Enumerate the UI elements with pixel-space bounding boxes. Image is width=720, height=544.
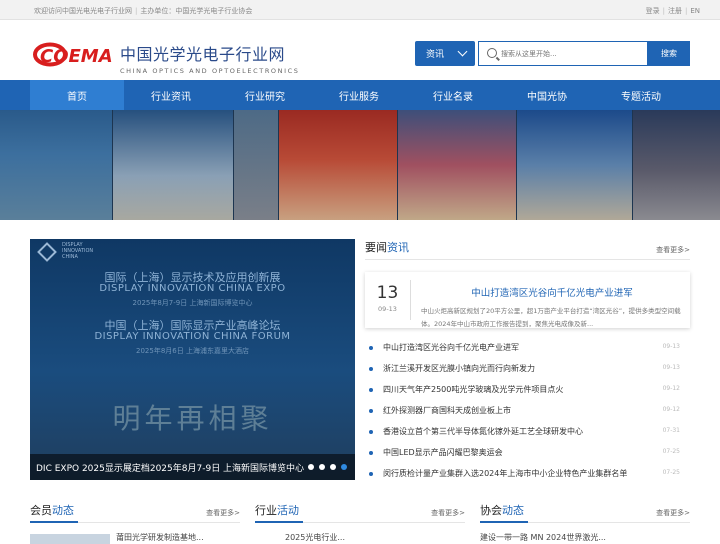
search-type-dropdown[interactable]: 资讯 (415, 41, 475, 66)
featured-summary: 中山火炬高新区规划了20平方公里，超1万亩产业平台打造“湾区光谷”，提供多类型空… (421, 307, 681, 328)
news-item[interactable]: 红外探测器厂商国科天成创业板上市 09-12 (365, 402, 690, 423)
top-bar: 欢迎访问中国光电光电子行业网 | 主办单位：中国光学光电子行业协会 登录 | 注册 | EN (0, 0, 720, 20)
main-nav: 首页 行业资讯 行业研究 行业服务 行业名录 中国光协 专题活动 (0, 80, 720, 110)
event-photo (113, 110, 233, 220)
calligraphy-text: 明年再相聚 (112, 402, 273, 435)
search-box[interactable] (478, 41, 648, 66)
nav-industry-research[interactable]: 行业研究 (218, 80, 312, 110)
site-name-en: CHINA OPTICS AND OPTOELECTRONICS (120, 67, 300, 75)
dic-logo-icon (37, 242, 57, 262)
slider-dot[interactable] (319, 464, 325, 470)
site-name-cn: 中国光学光电子行业网 (120, 45, 286, 64)
site-brand: 中国光学光电子行业网 CHINA OPTICS AND OPTOELECTRON… (120, 41, 300, 75)
host-text: 主办单位：中国光学光电子行业协会 (140, 7, 253, 15)
association-news-more[interactable]: 查看更多> (656, 508, 690, 518)
member-news-section: 会员动态 查看更多> 莆田光学研发制造基地... (30, 504, 240, 544)
nav-industry-news[interactable]: 行业资讯 (124, 80, 218, 110)
chevron-down-icon (457, 46, 468, 57)
event-photo (517, 110, 632, 220)
expo-title-en: DISPLAY INNOVATION CHINA EXPO (99, 283, 286, 294)
event-photo (398, 110, 516, 220)
login-link[interactable]: 登录 (646, 7, 660, 15)
english-link[interactable]: EN (690, 7, 700, 15)
news-section: 要闻资讯 查看更多> 13 09-13 中山打造湾区光谷向千亿光电产业进军 中山… (365, 239, 690, 478)
news-item[interactable]: 中山打造湾区光谷向千亿光电产业进军 09-13 (365, 339, 690, 360)
dic-logo-line: CHINA (62, 254, 78, 260)
nav-home[interactable]: 首页 (30, 80, 124, 110)
news-list: 中山打造湾区光谷向千亿光电产业进军 09-13 浙江兰溪开发区光膜小镇向光而行向新… (365, 339, 690, 486)
news-item[interactable]: 浙江兰溪开发区光膜小镇向光而行向新发力 09-13 (365, 360, 690, 381)
news-item[interactable]: 四川天气年产2500吨光学玻璃及光学元件项目点火 09-12 (365, 381, 690, 402)
slider-dot-active[interactable] (341, 464, 347, 470)
news-slider[interactable]: DISPLAY INNOVATION CHINA 国际（上海）显示技术及应用创新… (30, 239, 355, 480)
news-section-title: 要闻资讯 (365, 241, 409, 254)
event-photo (0, 110, 112, 220)
event-photo (234, 110, 278, 220)
forum-date: 2025年8月6日 上海浦东嘉里大酒店 (136, 347, 249, 355)
association-news-peek[interactable]: 建设一带一路 MN 2024世界激光... (480, 532, 606, 543)
news-item[interactable]: 闵行质检计量产业集群入选2024年上海市中小企业特色产业集群名单 07-25 (365, 465, 690, 486)
event-photo (279, 110, 397, 220)
nav-industry-service[interactable]: 行业服务 (312, 80, 406, 110)
news-more-link[interactable]: 查看更多> (656, 245, 690, 255)
featured-date: 13 09-13 (376, 283, 399, 313)
search-type-label: 资讯 (426, 50, 445, 60)
slider-caption[interactable]: DIC EXPO 2025显示展定档2025年8月7-9日 上海新国际博览中心 (30, 454, 355, 480)
industry-events-more[interactable]: 查看更多> (431, 508, 465, 518)
search-icon (487, 48, 497, 58)
expo-date: 2025年8月7-9日 上海新国际博览中心 (132, 299, 253, 307)
slider-dots (308, 464, 347, 470)
industry-events-peek[interactable]: 2025光电行业... (285, 532, 345, 543)
forum-title-en: DISPLAY INNOVATION CHINA FORUM (94, 331, 291, 342)
association-news-section: 协会动态 查看更多> 建设一带一路 MN 2024世界激光... (480, 504, 690, 542)
register-link[interactable]: 注册 (668, 7, 682, 15)
logo-text: COEMA (40, 46, 112, 67)
member-news-peek[interactable]: 莆田光学研发制造基地... (116, 532, 204, 543)
search-button[interactable]: 搜索 (648, 41, 690, 66)
industry-events-section: 行业活动 查看更多> 2025光电行业... (255, 504, 465, 542)
nav-coema[interactable]: 中国光协 (500, 80, 594, 110)
slider-dot[interactable] (330, 464, 336, 470)
nav-special-events[interactable]: 专题活动 (594, 80, 688, 110)
slider-dot[interactable] (308, 464, 314, 470)
featured-title[interactable]: 中山打造湾区光谷向千亿光电产业进军 (421, 285, 683, 299)
member-news-thumb[interactable] (30, 534, 110, 544)
welcome-text: 欢迎访问中国光电光电子行业网 (34, 7, 132, 15)
event-photo (633, 110, 720, 220)
event-photo-banner[interactable] (0, 110, 720, 220)
featured-news[interactable]: 13 09-13 中山打造湾区光谷向千亿光电产业进军 中山火炬高新区规划了20平… (365, 272, 690, 328)
nav-directory[interactable]: 行业名录 (406, 80, 500, 110)
search-input[interactable] (501, 45, 641, 62)
member-news-more[interactable]: 查看更多> (206, 508, 240, 518)
news-item[interactable]: 中国LED显示产品闪耀巴黎奥运会 07-25 (365, 444, 690, 465)
coema-logo[interactable]: COEMA (32, 41, 112, 68)
news-item[interactable]: 香港设立首个第三代半导体氮化镓外延工艺全球研发中心 07-31 (365, 423, 690, 444)
